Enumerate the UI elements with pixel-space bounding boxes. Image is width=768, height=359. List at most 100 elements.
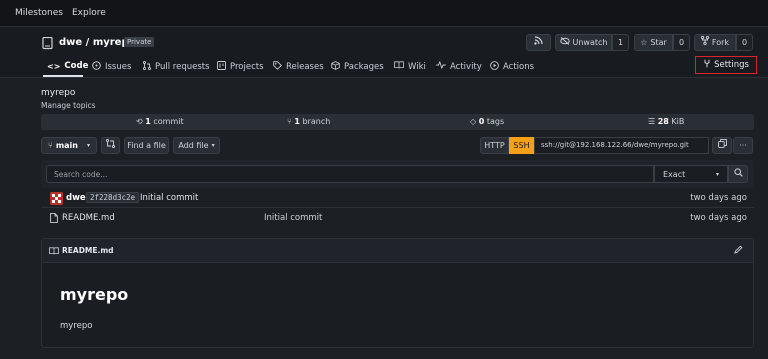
rss-button[interactable]	[526, 34, 551, 51]
branch-selector[interactable]: ⑂ main ▾	[41, 137, 97, 154]
chevron-down-icon: ▾	[211, 142, 215, 149]
tools-icon	[703, 59, 711, 71]
copy-url-button[interactable]	[712, 137, 732, 154]
file-icon	[50, 213, 58, 226]
tags-stat[interactable]: ◇ 0 tags	[470, 117, 504, 126]
unwatch-label: Unwatch	[572, 38, 608, 47]
eye-slash-icon	[559, 35, 570, 50]
chevron-down-icon: ▾	[715, 170, 719, 178]
tab-actions-label: Actions	[503, 62, 535, 72]
rss-icon	[534, 35, 543, 50]
add-file-label: Add file	[178, 141, 209, 150]
edit-pencil-icon[interactable]	[734, 245, 743, 257]
readme-filename[interactable]: README.md	[62, 246, 114, 255]
find-file-button[interactable]: Find a file	[124, 137, 169, 154]
tab-pull-requests[interactable]: Pull requests	[142, 60, 210, 73]
copy-icon	[717, 138, 727, 153]
avatar[interactable]	[50, 192, 63, 205]
repo-stats-bar: ⟲ 1 commit ⑂ 1 branch ◇ 0 tags ☰ 28 KiB	[41, 114, 754, 130]
nav-explore[interactable]: Explore	[72, 8, 106, 18]
tab-activity[interactable]: Activity	[436, 60, 482, 72]
readme-panel: README.md myrepo myrepo	[41, 238, 754, 348]
readme-body: myrepo	[60, 321, 93, 331]
branch-icon: ⑂	[48, 141, 53, 150]
repo-description: myrepo	[41, 88, 76, 98]
package-icon	[331, 61, 340, 73]
kebab-icon: ···	[739, 141, 747, 150]
code-icon: <>	[47, 61, 61, 71]
book-icon	[49, 247, 59, 258]
star-label: Star	[650, 38, 667, 47]
readme-heading: myrepo	[60, 285, 129, 304]
commit-message[interactable]: Initial commit	[140, 193, 198, 203]
repo-icon	[42, 36, 53, 53]
branch-name: main	[55, 141, 78, 150]
search-mode-label: Exact	[663, 169, 686, 179]
latest-commit-row: dwe 2f228d3c2e Initial commit two days a…	[41, 190, 754, 208]
fork-button[interactable]: Fork	[694, 34, 736, 51]
size-unit: KiB	[668, 117, 685, 126]
star-icon: ☆	[640, 38, 648, 47]
size-stat: ☰ 28 KiB	[648, 117, 684, 126]
unwatch-button[interactable]: Unwatch	[555, 34, 612, 51]
play-icon	[490, 61, 499, 73]
commit-sha[interactable]: 2f228d3c2e	[86, 192, 140, 203]
size-value: 28	[657, 117, 669, 126]
tag-small-icon: ◇	[470, 117, 477, 126]
projects-icon	[217, 61, 226, 73]
more-options-button[interactable]: ···	[733, 137, 753, 154]
unwatch-count[interactable]: 1	[612, 34, 629, 51]
tab-issues[interactable]: Issues	[92, 61, 131, 73]
chevron-down-icon: ▾	[86, 142, 90, 149]
issues-icon	[92, 61, 101, 73]
manage-topics-link[interactable]: Manage topics	[41, 101, 96, 110]
fork-label: Fork	[711, 38, 730, 47]
star-count[interactable]: 0	[673, 34, 690, 51]
clone-url-input[interactable]: ssh://git@192.168.122.66/dwe/myrepo.git	[534, 137, 709, 154]
compare-button[interactable]	[101, 137, 120, 154]
tab-releases[interactable]: Releases	[273, 61, 324, 73]
search-icon	[733, 167, 743, 182]
commit-author[interactable]: dwe	[66, 193, 86, 203]
tab-packages-label: Packages	[344, 62, 384, 72]
commits-label: commit	[150, 117, 184, 126]
code-search-input[interactable]: Search code...	[46, 165, 654, 183]
star-button[interactable]: ☆ Star	[634, 34, 673, 51]
tab-pull-requests-label: Pull requests	[155, 62, 210, 72]
clone-http-button[interactable]: HTTP	[480, 137, 509, 154]
compare-icon	[105, 138, 116, 153]
fork-icon	[700, 35, 710, 50]
nav-milestones[interactable]: Milestones	[15, 8, 63, 18]
clone-ssh-button[interactable]: SSH	[509, 137, 534, 154]
search-mode-dropdown[interactable]: Exact ▾	[654, 165, 728, 183]
branch-icon: ⑂	[287, 117, 292, 126]
file-commit-message[interactable]: Initial commit	[264, 213, 322, 223]
tab-packages[interactable]: Packages	[331, 61, 384, 73]
tab-projects-label: Projects	[230, 62, 264, 72]
tab-issues-label: Issues	[105, 62, 132, 72]
tags-label: tags	[484, 117, 505, 126]
tab-settings[interactable]: Settings	[695, 56, 757, 74]
tab-code[interactable]: <> Code	[47, 61, 88, 71]
search-button[interactable]	[728, 165, 748, 183]
repo-owner[interactable]: dwe	[59, 37, 82, 48]
tab-wiki[interactable]: Wiki	[394, 61, 426, 72]
branches-stat[interactable]: ⑂ 1 branch	[287, 117, 330, 126]
top-nav: Milestones Explore	[0, 0, 768, 27]
private-badge: Private	[124, 37, 155, 47]
pull-request-icon	[142, 60, 152, 73]
tab-releases-label: Releases	[286, 62, 324, 72]
book-icon	[394, 61, 404, 72]
tab-actions[interactable]: Actions	[490, 61, 534, 73]
tab-projects[interactable]: Projects	[217, 61, 264, 73]
commits-stat[interactable]: ⟲ 1 commit	[136, 117, 184, 126]
repo-sep: /	[82, 37, 93, 48]
file-name[interactable]: README.md	[62, 213, 115, 223]
add-file-button[interactable]: Add file ▾	[173, 137, 220, 154]
branches-label: branch	[299, 117, 331, 126]
tag-icon	[273, 61, 282, 73]
pulse-icon	[436, 60, 446, 72]
file-time: two days ago	[690, 213, 747, 223]
fork-count[interactable]: 0	[736, 34, 753, 51]
database-icon: ☰	[648, 117, 656, 126]
